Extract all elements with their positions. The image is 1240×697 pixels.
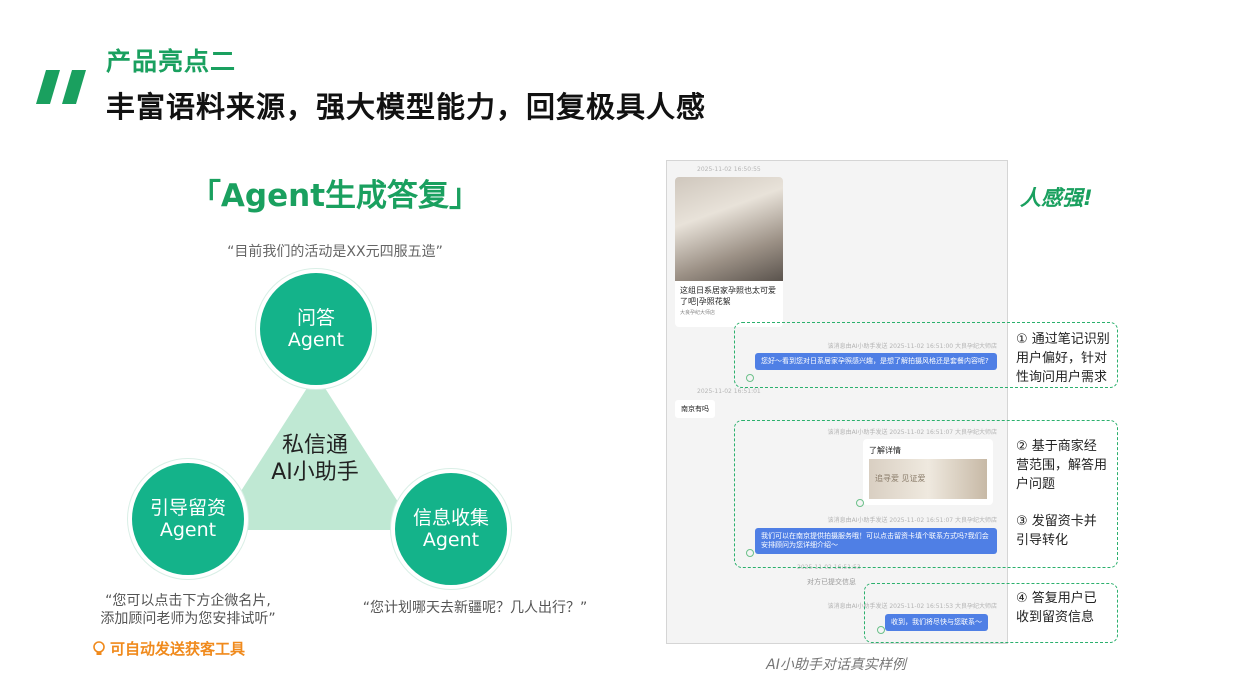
note-2-line-1: ② 基于商家经	[1016, 439, 1097, 454]
note-card: 这组日系居家孕照也太可爱了吧|孕照花絮 大良孕纪大师店	[675, 177, 783, 327]
note-3-line-2: 引导转化	[1016, 533, 1069, 548]
lead-agent-line-2: Agent	[159, 519, 217, 541]
center-line-1: 私信通	[281, 433, 348, 458]
lead-agent-circle: 引导留资 Agent	[128, 459, 248, 579]
note-4: ④ 答复用户已 收到留资信息	[1016, 589, 1097, 627]
lead-agent-line-1: 引导留资	[149, 497, 226, 519]
center-assistant-label: 私信通 AI小助手	[245, 432, 385, 486]
note-1: ① 通过笔记识别 用户偏好，针对 性询问用户需求	[1016, 330, 1110, 387]
info-agent-line-2: Agent	[422, 529, 480, 551]
agent-section-title: 「Agent生成答复」	[189, 178, 481, 214]
example-quote-left: “您可以点击下方企微名片, 添加顾问老师为您安排试听”	[68, 592, 308, 628]
note-1-line-3: 性询问用户需求	[1016, 370, 1108, 385]
section-eyebrow: 产品亮点二	[106, 47, 237, 76]
lightbulb-icon	[93, 640, 105, 655]
info-agent-circle: 信息收集 Agent	[391, 469, 511, 589]
note-card-author: 大良孕纪大师店	[680, 310, 716, 316]
note-2-line-2: 营范围，解答用	[1016, 458, 1108, 473]
note-card-title: 这组日系居家孕照也太可爱了吧|孕照花絮	[680, 286, 776, 306]
note-2: ② 基于商家经 营范围，解答用 户问题	[1016, 437, 1107, 494]
notes-panel	[1006, 164, 1128, 642]
qa-agent-line-2: Agent	[287, 329, 345, 351]
chat-screenshot: 2025-11-02 16:50:55 这组日系居家孕照也太可爱了吧|孕照花絮 …	[666, 160, 1008, 644]
center-line-2: AI小助手	[271, 460, 359, 485]
note-1-line-1: ① 通过笔记识别	[1016, 332, 1110, 347]
note-3-line-1: ③ 发留资卡并	[1016, 514, 1097, 529]
example-quote-top: “目前我们的活动是XX元四服五造”	[227, 244, 443, 260]
timestamp-1: 2025-11-02 16:50:55	[697, 166, 761, 173]
quote-mark-icon	[36, 70, 86, 104]
example-left-line-2: 添加顾问老师为您安排试听”	[100, 611, 276, 627]
info-agent-line-1: 信息收集	[412, 507, 489, 529]
user-message: 南京有吗	[675, 400, 715, 418]
note-2-line-3: 户问题	[1016, 477, 1056, 492]
note-4-line-1: ④ 答复用户已	[1016, 591, 1097, 606]
example-quote-right: “您计划哪天去新疆呢？几人出行？”	[362, 600, 588, 616]
note-1-line-2: 用户偏好，针对	[1016, 351, 1108, 366]
auto-send-tip: 可自动发送获客工具	[92, 638, 245, 659]
note-3: ③ 发留资卡并 引导转化	[1016, 512, 1097, 550]
qa-agent-line-1: 问答	[296, 307, 335, 329]
rengan-label: 人感强!	[1020, 186, 1093, 210]
example-left-line-1: “您可以点击下方企微名片,	[105, 593, 271, 609]
page-headline: 丰富语料来源，强大模型能力，回复极具人感	[106, 90, 707, 124]
qa-agent-circle: 问答 Agent	[256, 269, 376, 389]
submitted-notice: 对方已提交信息	[807, 578, 856, 586]
note-card-photo	[675, 177, 783, 281]
timestamp-2: 2025-11-02 16:51:01	[697, 388, 761, 395]
note-4-line-2: 收到留资信息	[1016, 610, 1095, 625]
auto-send-tip-text: 可自动发送获客工具	[110, 640, 246, 658]
chat-caption: AI小助手对话真实样例	[766, 657, 906, 673]
